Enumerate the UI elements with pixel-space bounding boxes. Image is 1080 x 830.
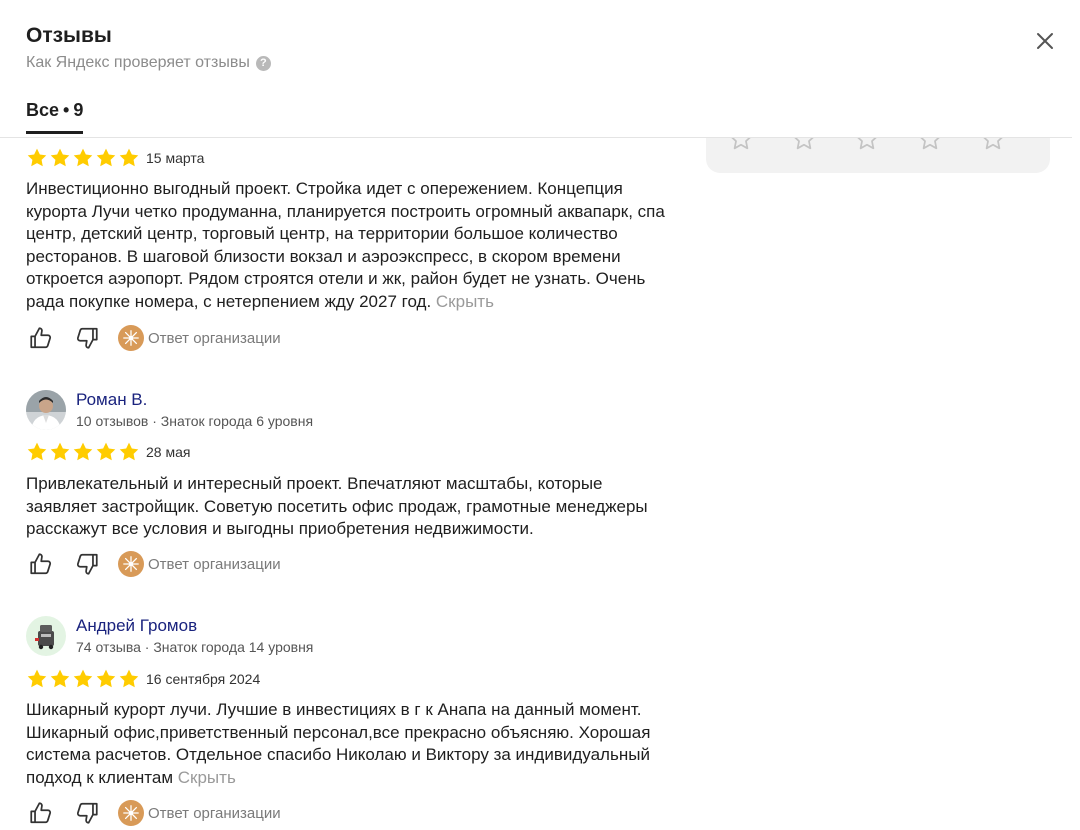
filled-star-icon [96,148,116,167]
org-reply-toggle[interactable]: Ответ организации [118,325,281,351]
tab-all-count: 9 [73,100,84,120]
review-date: 16 сентября 2024 [146,671,261,687]
org-reply-label: Ответ организации [148,329,281,347]
filled-star-icon [27,148,47,167]
review-text: Привлекательный и интересный проект. Впе… [26,473,676,541]
org-logo-icon [118,325,144,351]
tab-all-label: Все [26,100,60,120]
review-actions: Ответ организации [26,323,281,353]
filled-star-icon [27,442,47,461]
review-body: Инвестиционно выгодный проект. Стройка и… [26,179,665,311]
like-button[interactable] [26,798,56,828]
author-name[interactable]: Андрей Громов [76,616,197,636]
review-date: 28 мая [146,444,191,460]
review-text: Инвестиционно выгодный проект. Стройка и… [26,178,676,314]
like-button[interactable] [26,549,56,579]
thumbs-down-icon [76,802,98,824]
review-body: Привлекательный и интересный проект. Впе… [26,474,648,539]
org-reply-toggle[interactable]: Ответ организации [118,800,281,826]
author-name[interactable]: Роман В. [76,390,147,410]
review-rating [26,147,140,169]
review-body: Шикарный курорт лучи. Лучшие в инвестици… [26,700,651,787]
filled-star-icon [50,669,70,688]
filled-star-icon [50,442,70,461]
hide-review-link[interactable]: Скрыть [178,768,236,787]
filled-star-icon [96,669,116,688]
review-tabs: Все • 9 [26,100,84,134]
dislike-button[interactable] [72,323,102,353]
user-photo-icon [26,390,66,430]
author-meta: 74 отзыва · Знаток города 14 уровня [76,639,314,655]
like-button[interactable] [26,323,56,353]
close-icon [1037,33,1053,49]
reviews-header: Отзывы Как Яндекс проверяет отзывы ? Все… [0,0,1072,138]
filled-star-icon [119,148,139,167]
user-avatar-icon [26,616,66,656]
filled-star-icon [73,669,93,688]
header-divider [0,137,1072,138]
dislike-button[interactable] [72,549,102,579]
tab-separator: • [63,100,70,120]
verification-info-link[interactable]: Как Яндекс проверяет отзывы ? [26,54,271,72]
close-button[interactable] [1032,28,1058,54]
tab-all[interactable]: Все • 9 [26,100,84,134]
thumbs-up-icon [30,553,52,575]
review-date: 15 марта [146,150,205,166]
org-reply-toggle[interactable]: Ответ организации [118,551,281,577]
verification-info-label: Как Яндекс проверяет отзывы [26,54,250,71]
avatar[interactable] [26,616,66,656]
thumbs-down-icon [76,327,98,349]
page-title: Отзывы [26,24,112,47]
scrollbar[interactable] [1072,0,1080,830]
dislike-button[interactable] [72,798,102,828]
filled-star-icon [119,669,139,688]
question-circle-icon[interactable]: ? [255,55,271,71]
review-text: Шикарный курорт лучи. Лучшие в инвестици… [26,699,676,789]
thumbs-down-icon [76,553,98,575]
org-reply-label: Ответ организации [148,804,281,822]
filled-star-icon [73,442,93,461]
org-logo-icon [118,551,144,577]
filled-star-icon [119,442,139,461]
review-actions: Ответ организации [26,549,281,579]
author-meta: 10 отзывов · Знаток города 6 уровня [76,413,314,429]
filled-star-icon [73,148,93,167]
thumbs-up-icon [30,327,52,349]
review-rating [26,441,140,463]
filled-star-icon [27,669,47,688]
filled-star-icon [50,148,70,167]
avatar[interactable] [26,390,66,430]
hide-review-link[interactable]: Скрыть [436,292,494,311]
review-rating [26,668,140,690]
org-logo-icon [118,800,144,826]
org-reply-label: Ответ организации [148,555,281,573]
thumbs-up-icon [30,802,52,824]
review-actions: Ответ организации [26,798,281,828]
filled-star-icon [96,442,116,461]
